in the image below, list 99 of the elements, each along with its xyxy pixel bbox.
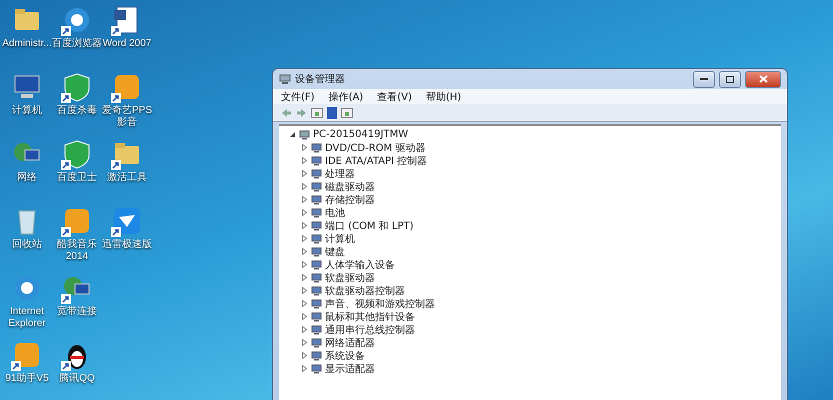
back-arrow-icon[interactable]: [281, 108, 292, 118]
desktop-icon-label[interactable]: Administr...: [2, 38, 52, 50]
minimize-button[interactable]: [693, 70, 715, 88]
app-icon: [115, 75, 139, 99]
expand-icon[interactable]: [301, 300, 308, 307]
device-category[interactable]: 处理器: [325, 166, 355, 180]
device-icon: [311, 234, 322, 244]
menu-item[interactable]: 查看(V): [377, 90, 412, 104]
computer-icon: [14, 76, 40, 98]
expand-icon[interactable]: [301, 196, 308, 203]
desktop-icon-label[interactable]: 百度卫士: [57, 172, 97, 184]
menu-item[interactable]: 文件(F): [281, 90, 315, 104]
device-icon: [311, 182, 322, 192]
expand-icon[interactable]: [301, 183, 308, 190]
device-icon: [311, 260, 322, 270]
close-button[interactable]: [745, 70, 781, 88]
device-icon: [311, 194, 322, 204]
collapse-icon[interactable]: [289, 131, 296, 138]
maximize-icon: [726, 76, 734, 82]
device-icon: [311, 220, 322, 230]
menu-item[interactable]: 操作(A): [328, 90, 364, 104]
device-category[interactable]: 声音、视频和游戏控制器: [325, 296, 435, 310]
expand-icon[interactable]: [301, 209, 308, 216]
document-icon: [114, 6, 138, 34]
expand-icon[interactable]: [301, 170, 308, 177]
forward-arrow-icon[interactable]: [296, 108, 307, 118]
device-icon: [311, 338, 322, 348]
expand-icon[interactable]: [301, 352, 308, 359]
expand-icon[interactable]: [301, 222, 308, 229]
device-category[interactable]: DVD/CD-ROM 驱动器: [325, 140, 426, 154]
device-category[interactable]: 软盘驱动器: [325, 270, 375, 284]
bird-icon: [114, 208, 140, 234]
device-category[interactable]: 电池: [325, 206, 345, 220]
network-icon: [14, 143, 40, 161]
computer-icon: [299, 130, 310, 140]
network-icon: [64, 277, 90, 295]
desktop-icon-label[interactable]: 百度浏览器: [52, 38, 102, 50]
folder-icon: [115, 143, 139, 164]
expand-icon[interactable]: [301, 144, 308, 151]
maximize-button[interactable]: [719, 70, 741, 88]
device-icon: [311, 364, 322, 374]
folder-icon: [15, 9, 39, 30]
device-icon: [311, 246, 322, 256]
device-icon: [311, 272, 322, 282]
window-title: 设备管理器: [295, 73, 346, 86]
device-category[interactable]: 磁盘驱动器: [325, 180, 375, 194]
device-category[interactable]: 软盘驱动器控制器: [325, 284, 405, 298]
device-icon: [311, 208, 322, 218]
console-tree-icon[interactable]: [311, 108, 323, 118]
close-icon: [758, 75, 768, 83]
expand-icon[interactable]: [301, 339, 308, 346]
app-icon: [65, 209, 89, 233]
device-category[interactable]: 显示适配器: [325, 362, 375, 376]
shield-icon: [64, 140, 90, 168]
minimize-icon: [700, 78, 708, 80]
expand-icon[interactable]: [301, 365, 308, 372]
expand-icon[interactable]: [301, 261, 308, 268]
expand-icon[interactable]: [301, 287, 308, 294]
device-icon: [311, 168, 322, 178]
globe-icon: [65, 8, 89, 32]
penguin-icon: [68, 345, 86, 369]
device-category[interactable]: 鼠标和其他指针设备: [325, 310, 415, 324]
device-icon: [311, 324, 322, 334]
expand-icon[interactable]: [301, 326, 308, 333]
desktop-icon-label[interactable]: 百度杀毒: [57, 105, 97, 117]
device-category[interactable]: 键盘: [325, 244, 345, 258]
device-category[interactable]: 计算机: [325, 232, 355, 246]
device-category[interactable]: 系统设备: [325, 348, 365, 362]
device-category[interactable]: 网络适配器: [325, 336, 375, 350]
help-icon[interactable]: [327, 106, 337, 118]
expand-icon[interactable]: [301, 274, 308, 281]
device-category[interactable]: 人体学输入设备: [325, 258, 395, 272]
expand-icon[interactable]: [301, 157, 308, 164]
computer-name[interactable]: PC-20150419JTMW: [313, 129, 408, 140]
device-icon: [311, 312, 322, 322]
device-category[interactable]: 存储控制器: [325, 192, 375, 206]
device-icon: [311, 142, 322, 152]
desktop-icon-label[interactable]: 激活工具: [107, 172, 147, 184]
desktop-icon-label[interactable]: 爱奇艺PPS 影音: [102, 105, 152, 129]
expand-icon[interactable]: [301, 235, 308, 242]
device-icon: [311, 298, 322, 308]
desktop-icon-label[interactable]: 计算机: [12, 105, 42, 117]
desktop-icon-label[interactable]: 网络: [17, 172, 37, 184]
device-icon: [311, 286, 322, 296]
shield-icon: [64, 74, 90, 102]
menu-item[interactable]: 帮助(H): [426, 90, 462, 104]
properties-icon[interactable]: [341, 108, 353, 118]
app-icon: [15, 343, 39, 367]
device-category[interactable]: IDE ATA/ATAPI 控制器: [325, 154, 428, 168]
expand-icon[interactable]: [301, 248, 308, 255]
computer-icon: [279, 74, 291, 84]
device-category[interactable]: 通用串行总线控制器: [325, 322, 415, 336]
expand-icon[interactable]: [301, 313, 308, 320]
device-icon: [311, 156, 322, 166]
desktop-icon-label[interactable]: Word 2007: [102, 38, 152, 50]
device-category[interactable]: 端口 (COM 和 LPT): [325, 218, 414, 232]
device-icon: [311, 350, 322, 360]
globe-icon: [15, 276, 39, 300]
recycle-bin-icon: [18, 210, 36, 234]
